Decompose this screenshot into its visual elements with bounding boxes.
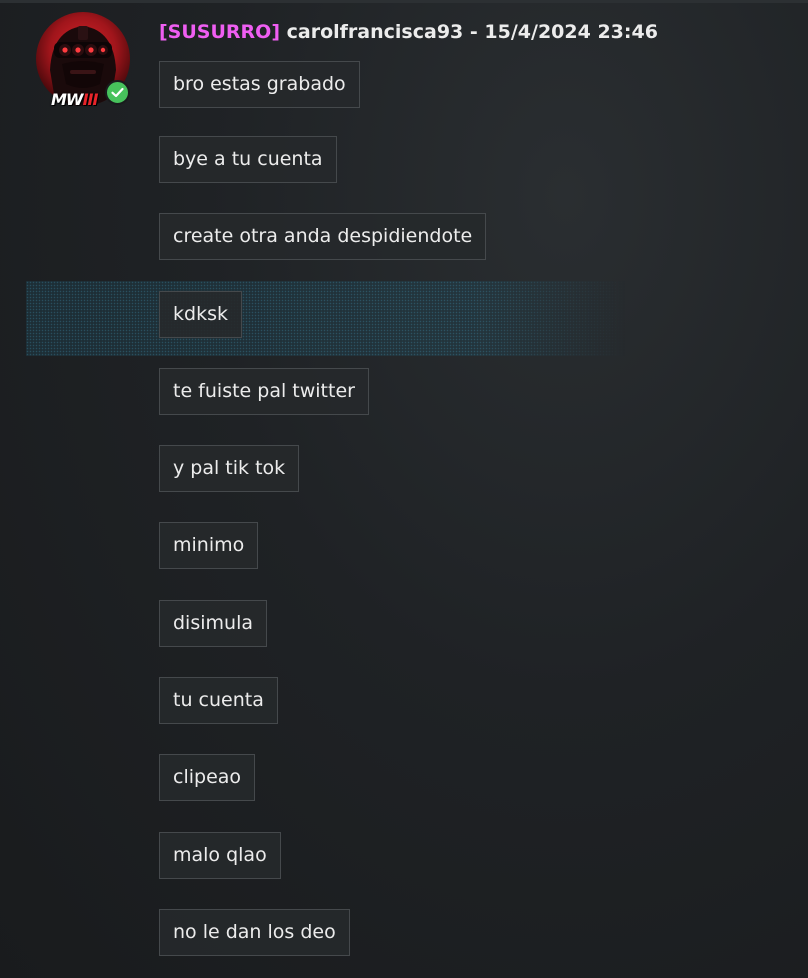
game-logo: MWIII	[51, 90, 98, 109]
whisper-message-group: MWIII [SUSURRO] carolfrancisca93 - 15/4/…	[0, 0, 808, 978]
header-separator: -	[469, 21, 478, 43]
sender-name[interactable]: carolfrancisca93	[287, 21, 464, 43]
message-timestamp: 15/4/2024 23:46	[484, 21, 658, 43]
message-bubble[interactable]: malo qlao	[159, 832, 281, 879]
message-bubble[interactable]: minimo	[159, 522, 259, 569]
message-bubble[interactable]: no le dan los deo	[159, 909, 350, 956]
message-bubble[interactable]: bye a tu cuenta	[159, 136, 337, 183]
message-bubble[interactable]: clipeao	[159, 754, 256, 801]
message-bubble[interactable]: tu cuenta	[159, 677, 278, 724]
message-bubble[interactable]: bro estas grabado	[159, 61, 360, 108]
message-bubble[interactable]: y pal tik tok	[159, 445, 300, 492]
message-bubble[interactable]: disimula	[159, 600, 267, 647]
message-bubble[interactable]: te fuiste pal twitter	[159, 368, 369, 415]
message-bubble[interactable]: kdksk	[159, 291, 242, 338]
hovered-row-highlight	[26, 281, 626, 356]
message-header: [SUSURRO] carolfrancisca93 - 15/4/2024 2…	[159, 20, 658, 44]
message-bubble[interactable]: create otra anda despidiendote	[159, 213, 487, 260]
check-icon	[111, 87, 124, 98]
verified-badge	[105, 80, 130, 105]
avatar[interactable]: MWIII	[36, 12, 130, 109]
whisper-tag: [SUSURRO]	[159, 21, 281, 43]
